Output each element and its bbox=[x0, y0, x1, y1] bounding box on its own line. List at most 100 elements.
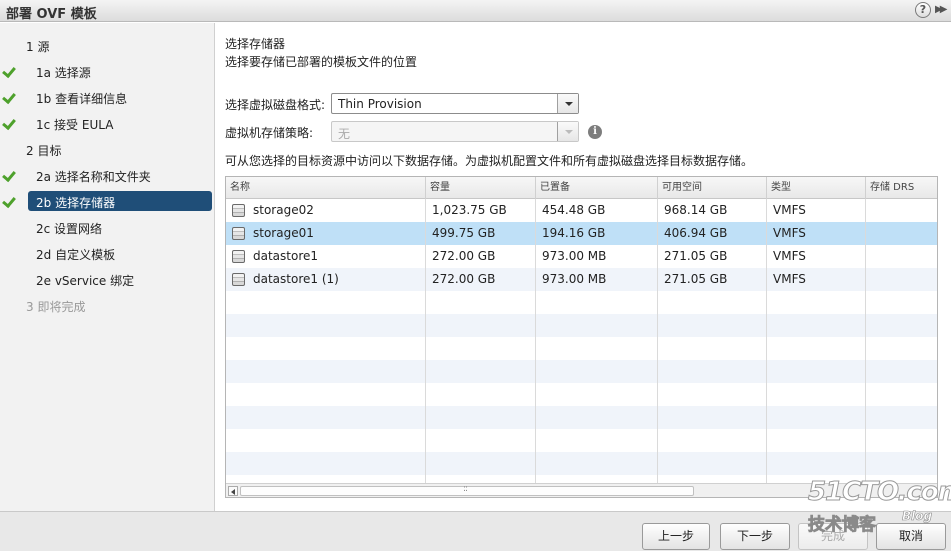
table-cell-name: datastore1 bbox=[226, 245, 426, 268]
empty-table-row bbox=[226, 314, 937, 337]
title-bar: 部署 OVF 模板 ? ▶▶ bbox=[0, 0, 951, 22]
info-icon[interactable]: i bbox=[588, 125, 602, 139]
table-cell-provisioned: 973.00 MB bbox=[542, 249, 607, 263]
column-header[interactable]: 已置备 bbox=[536, 177, 658, 199]
help-icon[interactable]: ? bbox=[915, 2, 931, 18]
table-row[interactable]: storage02 1,023.75 GB 454.48 GB 968.14 GB VM… bbox=[226, 199, 937, 222]
wizard-step-label: 2a 选择名称和文件夹 bbox=[36, 170, 151, 184]
column-divider bbox=[865, 199, 866, 483]
empty-table-row bbox=[226, 360, 937, 383]
page-title: 选择存储器 bbox=[225, 37, 286, 51]
table-row[interactable]: storage01 499.75 GB 194.16 GB 406.94 GB VMFS bbox=[226, 222, 937, 245]
disk-format-select[interactable]: Thin Provision bbox=[331, 93, 579, 114]
wizard-step-label: 2d 自定义模板 bbox=[36, 248, 116, 262]
wizard-step-label: 2 目标 bbox=[26, 144, 62, 158]
column-header[interactable]: 类型 bbox=[767, 177, 866, 199]
wizard-step[interactable]: 2c 设置网络 bbox=[0, 218, 215, 238]
datastore-icon bbox=[232, 273, 245, 286]
empty-table-row bbox=[226, 291, 937, 314]
table-cell-name: datastore1 (1) bbox=[226, 268, 426, 291]
horizontal-scrollbar[interactable]: :: bbox=[226, 483, 937, 497]
wizard-step-label: 2e vService 绑定 bbox=[36, 274, 135, 288]
window-title: 部署 OVF 模板 bbox=[6, 7, 97, 22]
table-body: storage02 1,023.75 GB 454.48 GB 968.14 GB VM… bbox=[226, 199, 937, 483]
table-cell-capacity: 499.75 GB bbox=[432, 226, 496, 240]
wizard-step-label: 1a 选择源 bbox=[36, 66, 91, 80]
table-cell-free: 271.05 GB bbox=[664, 249, 728, 263]
table-cell-name: storage01 bbox=[226, 222, 426, 245]
wizard-step-label: 2c 设置网络 bbox=[36, 222, 103, 236]
datastore-name: datastore1 bbox=[253, 249, 319, 263]
empty-table-row bbox=[226, 429, 937, 452]
wizard-footer: 上一步 下一步 完成 取消 bbox=[0, 511, 951, 551]
empty-table-row bbox=[226, 406, 937, 429]
column-header[interactable]: 存储 DRS bbox=[866, 177, 937, 199]
table-header: 名称 容量 已置备 可用空间 类型 存储 DRS bbox=[226, 177, 937, 199]
table-cell-name: storage02 bbox=[226, 199, 426, 222]
empty-table-row bbox=[226, 337, 937, 360]
column-header[interactable]: 容量 bbox=[426, 177, 536, 199]
table-cell-capacity: 272.00 GB bbox=[432, 249, 496, 263]
wizard-step[interactable]: 2b 选择存储器 bbox=[0, 191, 215, 212]
table-cell-type: VMFS bbox=[773, 203, 806, 217]
cancel-button[interactable]: 取消 bbox=[876, 523, 946, 550]
scroll-left-icon[interactable] bbox=[228, 486, 238, 496]
checkmark-icon bbox=[2, 62, 16, 76]
table-cell-type: VMFS bbox=[773, 249, 806, 263]
finish-button: 完成 bbox=[798, 523, 868, 550]
wizard-step: 3 即将完成 bbox=[0, 296, 215, 316]
datastore-icon bbox=[232, 227, 245, 240]
wizard-step-label: 3 即将完成 bbox=[26, 300, 86, 314]
wizard-step[interactable]: 2d 自定义模板 bbox=[0, 244, 215, 264]
table-cell-free: 271.05 GB bbox=[664, 272, 728, 286]
table-row[interactable]: datastore1 272.00 GB 973.00 MB 271.05 GB VMF… bbox=[226, 245, 937, 268]
checkmark-icon bbox=[2, 166, 16, 180]
empty-table-row bbox=[226, 383, 937, 406]
datastore-name: storage01 bbox=[253, 226, 314, 240]
expand-icon[interactable]: ▶▶ bbox=[935, 4, 948, 15]
page-subtitle: 选择要存储已部署的模板文件的位置 bbox=[225, 55, 418, 69]
checkmark-icon bbox=[2, 88, 16, 102]
wizard-step[interactable]: 2 目标 bbox=[0, 140, 215, 160]
main-panel: 选择存储器 选择要存储已部署的模板文件的位置 选择虚拟磁盘格式: Thin Pr… bbox=[216, 23, 951, 511]
column-header[interactable]: 名称 bbox=[226, 177, 426, 199]
table-cell-provisioned: 973.00 MB bbox=[542, 272, 607, 286]
next-button[interactable]: 下一步 bbox=[720, 523, 790, 550]
wizard-step[interactable]: 1b 查看详细信息 bbox=[0, 88, 215, 108]
disk-format-label: 选择虚拟磁盘格式: bbox=[225, 98, 326, 112]
table-cell-type: VMFS bbox=[773, 226, 806, 240]
table-cell-provisioned: 194.16 GB bbox=[542, 226, 606, 240]
table-cell-free: 406.94 GB bbox=[664, 226, 728, 240]
back-button[interactable]: 上一步 bbox=[642, 523, 710, 550]
datastore-name: datastore1 (1) bbox=[253, 272, 339, 286]
checkmark-icon bbox=[2, 192, 16, 206]
chevron-down-icon bbox=[557, 122, 578, 141]
wizard-step[interactable]: 1 源 bbox=[0, 36, 215, 56]
wizard-step[interactable]: 1a 选择源 bbox=[0, 62, 215, 82]
column-divider bbox=[766, 199, 767, 483]
wizard-step[interactable]: 1c 接受 EULA bbox=[0, 114, 215, 134]
wizard-steps-sidebar: 1 源 1a 选择源 1b 查看详细信息 1c 接受 EULA 2 目标 2a 选择名称和… bbox=[0, 23, 215, 511]
table-cell-drs bbox=[866, 199, 937, 222]
chevron-down-icon[interactable] bbox=[557, 94, 578, 113]
storage-policy-value: 无 bbox=[338, 127, 351, 141]
datastore-name: storage02 bbox=[253, 203, 314, 217]
datastore-icon bbox=[232, 204, 245, 217]
column-divider bbox=[657, 199, 658, 483]
column-header[interactable]: 可用空间 bbox=[658, 177, 767, 199]
table-cell-drs bbox=[866, 268, 937, 291]
wizard-step-label: 1 源 bbox=[26, 40, 50, 54]
table-row[interactable]: datastore1 (1) 272.00 GB 973.00 MB 271.05 G… bbox=[226, 268, 937, 291]
wizard-step[interactable]: 2e vService 绑定 bbox=[0, 270, 215, 290]
column-divider bbox=[535, 199, 536, 483]
wizard-step[interactable]: 2a 选择名称和文件夹 bbox=[0, 166, 215, 186]
scrollbar-thumb[interactable]: :: bbox=[240, 484, 694, 496]
checkmark-icon bbox=[2, 114, 16, 128]
datastore-icon bbox=[232, 250, 245, 263]
column-divider bbox=[425, 199, 426, 483]
datastore-description: 可从您选择的目标资源中访问以下数据存储。为虚拟机配置文件和所有虚拟磁盘选择目标数… bbox=[225, 154, 754, 168]
disk-format-value: Thin Provision bbox=[338, 97, 422, 111]
storage-policy-label: 虚拟机存储策略: bbox=[225, 126, 314, 140]
wizard-step-label: 1b 查看详细信息 bbox=[36, 92, 128, 106]
table-cell-capacity: 1,023.75 GB bbox=[432, 203, 507, 217]
